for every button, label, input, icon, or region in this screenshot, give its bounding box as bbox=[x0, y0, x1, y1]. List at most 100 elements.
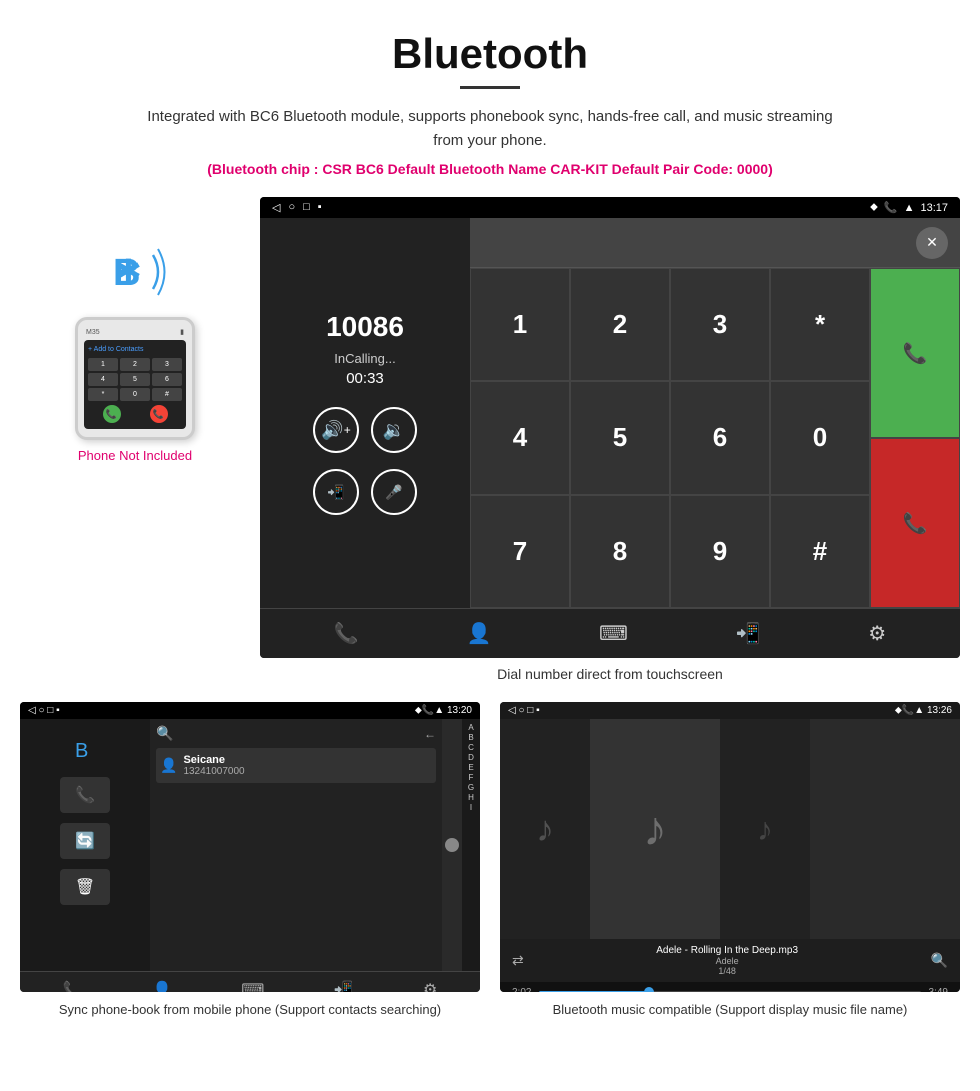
pb-alpha-index: A B C D E F G H I bbox=[462, 719, 480, 971]
shuffle-icon[interactable]: ⇄ bbox=[512, 952, 524, 969]
music-item: ◁ ○ □ ▪ ⬥📞▲ 13:26 ♪ ♪ ♪ bbox=[500, 702, 960, 1020]
nav-call-icon[interactable]: 📞 bbox=[334, 621, 359, 646]
music-track-number: 1/48 bbox=[656, 966, 798, 976]
nav-transfer-icon[interactable]: 📲 bbox=[736, 621, 761, 646]
volume-down-button[interactable]: 🔉 bbox=[371, 407, 417, 453]
music-note-center-icon: ♪ bbox=[643, 802, 667, 857]
pb-sidebar: B 📞 🔄 🗑 bbox=[20, 719, 150, 971]
dial-caption: Dial number direct from touchscreen bbox=[260, 666, 960, 682]
pb-nav-settings[interactable]: ⚙ bbox=[423, 980, 437, 992]
music-art-left: ♪ bbox=[500, 719, 590, 939]
phone-key-hash: # bbox=[152, 388, 182, 401]
music-note-right-icon: ♪ bbox=[757, 811, 773, 848]
pb-refresh-btn[interactable]: 🔄 bbox=[60, 823, 110, 859]
phone-keypad-grid: 1 2 3 4 5 6 * 0 # bbox=[88, 358, 182, 401]
pb-nav-transfer[interactable]: 📲 bbox=[334, 980, 354, 992]
key-star[interactable]: * bbox=[770, 268, 870, 381]
pb-status-right: ⬥📞▲ 13:20 bbox=[415, 705, 472, 716]
dial-main-area: 10086 InCalling... 00:33 🔊+ 🔉 📲 🎤 bbox=[260, 218, 960, 608]
alpha-d: D bbox=[462, 753, 480, 762]
alpha-a: A bbox=[462, 723, 480, 732]
dial-input-row: ✕ bbox=[470, 218, 960, 268]
pb-navbar: 📞 👤 ⌨ 📲 ⚙ bbox=[20, 971, 480, 992]
phone-screen: + Add to Contacts 1 2 3 4 5 6 * 0 # 📞 bbox=[84, 340, 186, 429]
phone-battery-icon: ▮ bbox=[180, 328, 184, 336]
alpha-f: F bbox=[462, 773, 480, 782]
pb-status-left: ◁ ○ □ ▪ bbox=[28, 705, 60, 716]
pb-main: B 📞 🔄 🗑 🔍 ← bbox=[20, 719, 480, 971]
phone-signal-icon: 📞 bbox=[884, 201, 898, 214]
main-content: ✱ B M35 ▮ + Add to Contacts bbox=[0, 187, 980, 1020]
pb-nav-call[interactable]: 📞 bbox=[63, 980, 83, 992]
key-2[interactable]: 2 bbox=[570, 268, 670, 381]
pb-contact-avatar: 👤 bbox=[160, 757, 177, 774]
dial-screen-container: ◁ ○ □ ▪ ⬥ 📞 ▲ 13:17 bbox=[260, 197, 960, 682]
dial-controls-row1: 🔊+ 🔉 bbox=[313, 407, 417, 453]
pb-nav-contacts[interactable]: 👤 bbox=[152, 980, 172, 992]
pb-contact-name: Seicane bbox=[183, 754, 244, 766]
phone-end-button: 📞 bbox=[150, 405, 168, 423]
dial-number-display: 10086 bbox=[326, 311, 404, 343]
mute-button[interactable]: 🎤 bbox=[371, 469, 417, 515]
bt-icon-svg: B bbox=[71, 735, 99, 763]
svg-text:B: B bbox=[75, 740, 88, 762]
volume-up-button[interactable]: 🔊+ bbox=[313, 407, 359, 453]
nav-contacts-icon[interactable]: 👤 bbox=[466, 621, 491, 646]
music-progress-bar: 2:02 3:49 bbox=[500, 982, 960, 992]
key-4[interactable]: 4 bbox=[470, 381, 570, 494]
key-1[interactable]: 1 bbox=[470, 268, 570, 381]
transfer-button[interactable]: 📲 bbox=[313, 469, 359, 515]
window-icon: ▪ bbox=[318, 201, 322, 214]
alpha-h: H bbox=[462, 793, 480, 802]
home-icon: ○ bbox=[288, 201, 295, 214]
phone-bottom-row: 📞 📞 bbox=[88, 405, 182, 423]
key-9[interactable]: 9 bbox=[670, 495, 770, 608]
phone-status-bar: M35 ▮ bbox=[84, 328, 186, 336]
pb-contact-row[interactable]: 👤 Seicane 13241007000 bbox=[156, 748, 436, 783]
location-icon: ⬥ bbox=[870, 201, 878, 214]
music-art-area: ♪ ♪ ♪ bbox=[500, 719, 960, 939]
phone-key-2: 2 bbox=[120, 358, 150, 371]
phone-mockup: M35 ▮ + Add to Contacts 1 2 3 4 5 6 * 0 … bbox=[75, 317, 195, 440]
key-6[interactable]: 6 bbox=[670, 381, 770, 494]
bottom-section: ◁ ○ □ ▪ ⬥📞▲ 13:20 B 📞 🔄 bbox=[20, 702, 960, 1020]
phone-key-6: 6 bbox=[152, 373, 182, 386]
key-hash[interactable]: # bbox=[770, 495, 870, 608]
call-button[interactable]: 📞 bbox=[870, 268, 960, 438]
bluetooth-icon-container: ✱ B bbox=[95, 237, 175, 307]
end-call-button[interactable]: 📞 bbox=[870, 438, 960, 608]
phone-sidebar: ✱ B M35 ▮ + Add to Contacts bbox=[20, 197, 250, 463]
alpha-b: B bbox=[462, 733, 480, 742]
pb-nav-dialpad[interactable]: ⌨ bbox=[241, 980, 264, 992]
dial-left-panel: 10086 InCalling... 00:33 🔊+ 🔉 📲 🎤 bbox=[260, 218, 470, 608]
pb-phone-btn[interactable]: 📞 bbox=[60, 777, 110, 813]
phone-key-star: * bbox=[88, 388, 118, 401]
pb-scroll-dot bbox=[445, 838, 459, 852]
key-0[interactable]: 0 bbox=[770, 381, 870, 494]
key-3[interactable]: 3 bbox=[670, 268, 770, 381]
music-caption: Bluetooth music compatible (Support disp… bbox=[500, 1000, 960, 1020]
music-title-block: Adele - Rolling In the Deep.mp3 Adele 1/… bbox=[656, 945, 798, 976]
phone-not-included-label: Phone Not Included bbox=[78, 448, 192, 463]
music-search-icon[interactable]: 🔍 bbox=[931, 952, 948, 969]
music-progress-track[interactable] bbox=[539, 991, 920, 992]
recents-icon: □ bbox=[303, 201, 310, 214]
key-5[interactable]: 5 bbox=[570, 381, 670, 494]
phone-key-4: 4 bbox=[88, 373, 118, 386]
music-statusbar: ◁ ○ □ ▪ ⬥📞▲ 13:26 bbox=[500, 702, 960, 719]
alpha-i: I bbox=[462, 803, 480, 812]
pb-delete-btn[interactable]: 🗑 bbox=[60, 869, 110, 905]
nav-settings-icon[interactable]: ⚙ bbox=[868, 621, 886, 646]
dial-status-left: ◁ ○ □ ▪ bbox=[272, 201, 322, 214]
key-8[interactable]: 8 bbox=[570, 495, 670, 608]
dial-clear-button[interactable]: ✕ bbox=[916, 227, 948, 259]
music-time-total: 3:49 bbox=[929, 987, 948, 992]
nav-dialpad-icon[interactable]: ⌨ bbox=[599, 621, 628, 646]
key-7[interactable]: 7 bbox=[470, 495, 570, 608]
call-end-buttons: 📞 📞 bbox=[870, 268, 960, 608]
pb-list-area: 🔍 ← 👤 Seicane 13241007000 bbox=[150, 719, 442, 971]
bluetooth-symbol-icon: ✱ bbox=[115, 252, 142, 290]
phone-key-0: 0 bbox=[120, 388, 150, 401]
page-header: Bluetooth Integrated with BC6 Bluetooth … bbox=[0, 0, 980, 187]
music-status-left: ◁ ○ □ ▪ bbox=[508, 705, 540, 716]
